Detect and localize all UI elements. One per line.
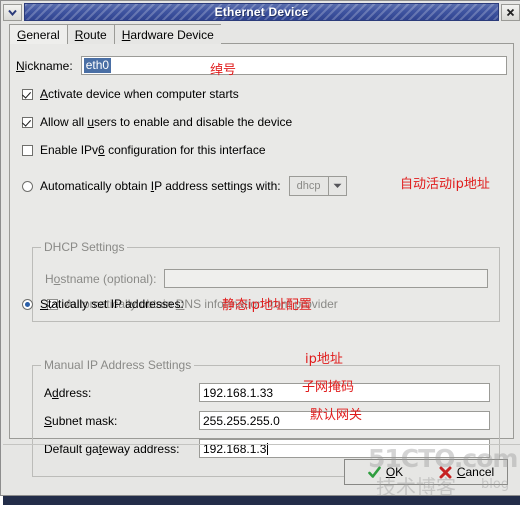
checkbox-allow-all-users-box[interactable] [22,116,33,128]
nickname-label: Nickname: [16,58,73,73]
window-right-edge [520,0,525,505]
address-row: Address: 192.168.1.33 [44,383,490,402]
cancel-button[interactable]: Cancel [426,460,507,484]
tab-route-mnemonic: R [74,27,84,42]
dhcp-settings-title: DHCP Settings [41,240,128,254]
tab-route-label: oute [83,27,107,42]
dialog-button-box: OK Cancel [344,459,508,485]
tab-route[interactable]: Route [66,24,114,44]
subnet-mask-input[interactable]: 255.255.255.0 [199,411,490,430]
chevron-down-icon[interactable] [3,3,22,21]
tab-hardware-device[interactable]: Hardware Device [113,24,221,44]
address-value: 192.168.1.33 [203,385,274,400]
radio-auto-obtain-ip-button[interactable] [22,180,33,192]
ethernet-device-window: Ethernet Device General Route Hardware D… [0,0,521,496]
manual-ip-settings-title: Manual IP Address Settings [41,358,195,372]
nickname-input[interactable]: eth0 [80,56,507,75]
tab-filler [220,24,514,44]
checkbox-activate-on-start-label: Activate device when computer starts [40,87,239,101]
tab-strip: General Route Hardware Device [9,24,514,44]
checkbox-activate-on-start[interactable]: Activate device when computer starts [22,87,239,101]
x-icon [439,466,452,479]
tab-hardware-mnemonic: H [121,27,131,42]
subnet-mask-label: Subnet mask: [44,413,118,428]
general-tab-page: Nickname: eth0 Activate device when comp… [9,44,514,477]
subnet-mask-row: Subnet mask: 255.255.255.0 [44,411,490,430]
title-bar: Ethernet Device [3,3,520,21]
address-label: Address: [44,385,92,400]
checkbox-activate-on-start-box[interactable] [22,88,33,100]
radio-static-ip[interactable]: Statically set IP addresses: [22,297,184,311]
checkbox-enable-ipv6-box[interactable] [22,144,33,156]
radio-static-ip-button[interactable] [22,298,33,310]
hostname-row: Hostname (optional): [45,269,488,288]
hostname-input[interactable] [164,269,488,288]
nickname-row: Nickname: eth0 [16,56,507,75]
ok-button[interactable]: OK [345,460,426,484]
chevron-down-icon[interactable] [327,177,346,195]
checkbox-allow-all-users-label: Allow all users to enable and disable th… [40,115,293,129]
close-icon[interactable] [501,3,520,21]
address-input[interactable]: 192.168.1.33 [199,383,490,402]
ok-button-label: OK [385,465,404,479]
checkbox-enable-ipv6[interactable]: Enable IPv6 configuration for this inter… [22,143,266,157]
protocol-select-value: dhcp [296,180,321,192]
radio-auto-obtain-ip-label: Automatically obtain IP address settings… [40,179,281,193]
tab-general[interactable]: General [9,24,67,44]
protocol-select[interactable]: dhcp [288,176,347,196]
radio-auto-obtain-ip[interactable]: Automatically obtain IP address settings… [22,176,347,196]
window-bottom-bar [3,496,520,505]
tab-general-label: eneral [26,27,60,42]
subnet-mask-value: 255.255.255.0 [203,413,280,428]
title-strip[interactable]: Ethernet Device [24,3,499,21]
cancel-button-label: Cancel [456,465,495,479]
dialog-button-area: OK Cancel [3,444,520,495]
nickname-value: eth0 [83,58,112,73]
check-icon [368,466,381,479]
hostname-label: Hostname (optional): [45,271,157,286]
tab-hardware-label: ardware Device [130,27,214,42]
radio-static-ip-label: Statically set IP addresses: [40,297,184,311]
checkbox-enable-ipv6-label: Enable IPv6 configuration for this inter… [40,143,266,157]
tab-general-mnemonic: G [17,27,27,42]
window-title: Ethernet Device [214,5,309,19]
checkbox-allow-all-users[interactable]: Allow all users to enable and disable th… [22,115,292,129]
